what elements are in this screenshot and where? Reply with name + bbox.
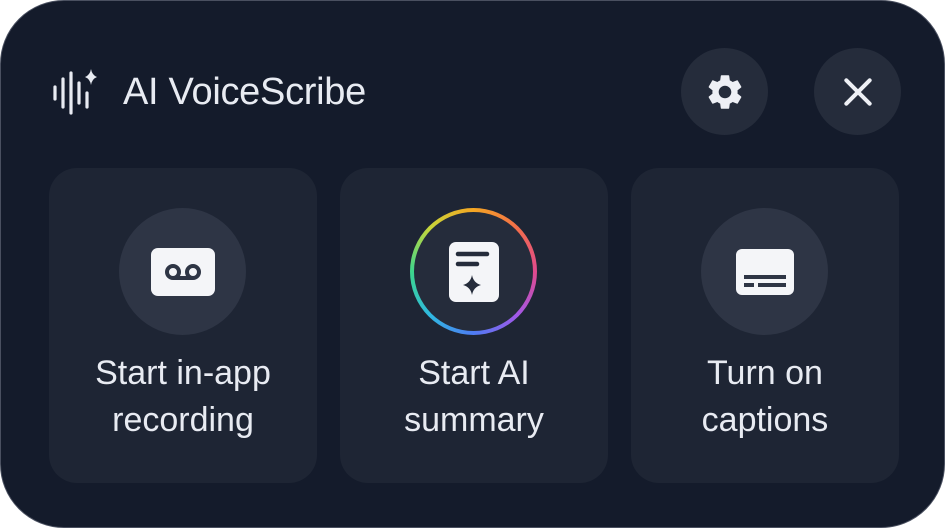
app-title: AI VoiceScribe xyxy=(123,71,366,113)
card-label: Start in-app recording xyxy=(49,350,317,444)
card-icon-circle xyxy=(410,208,537,335)
card-label-line1: Start in-app xyxy=(95,354,271,392)
close-icon xyxy=(843,77,872,106)
card-icon-inner xyxy=(414,212,533,331)
start-ai-summary-card[interactable]: Start AI summary xyxy=(340,168,608,483)
card-icon-circle xyxy=(119,208,246,335)
card-label-line1: Start AI xyxy=(418,354,530,392)
start-recording-card[interactable]: Start in-app recording xyxy=(49,168,317,483)
card-label-line1: Turn on xyxy=(707,354,823,392)
card-label: Turn on captions xyxy=(631,350,899,444)
captions-icon xyxy=(735,248,794,295)
voice-sparkle-icon xyxy=(53,69,97,115)
settings-button[interactable] xyxy=(681,48,768,135)
card-label-line2: recording xyxy=(112,401,254,439)
card-label-line2: summary xyxy=(404,401,544,439)
voicemail-icon xyxy=(150,247,215,296)
card-icon-circle xyxy=(701,208,828,335)
card-label: Start AI summary xyxy=(340,350,608,444)
voicescribe-panel: AI VoiceScribe Start in-app recording St… xyxy=(0,0,945,528)
gear-icon xyxy=(708,74,741,109)
turn-on-captions-card[interactable]: Turn on captions xyxy=(631,168,899,483)
sparkle-document-icon xyxy=(448,241,499,302)
close-button[interactable] xyxy=(814,48,901,135)
card-label-line2: captions xyxy=(701,401,829,439)
